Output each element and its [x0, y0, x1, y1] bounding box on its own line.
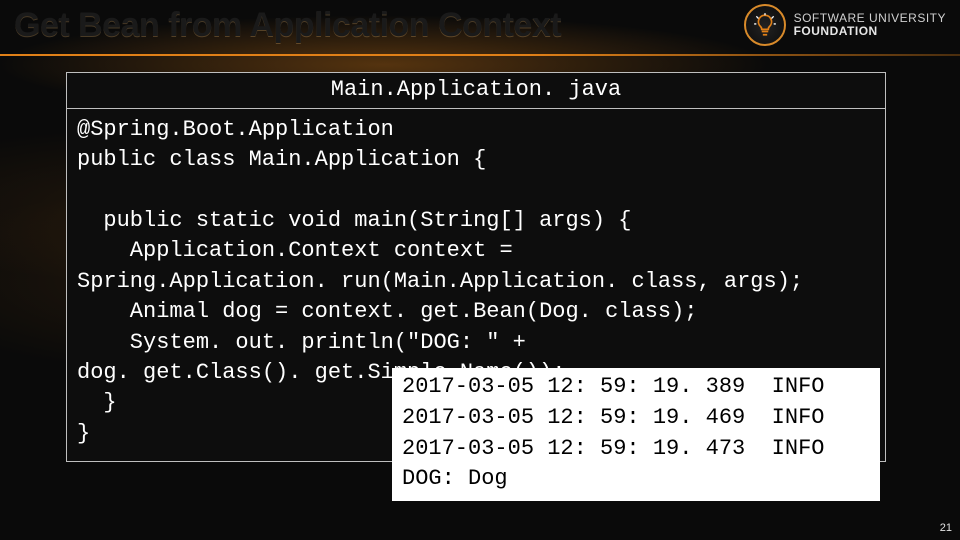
page-number: 21: [940, 522, 952, 534]
brand-logo: SOFTWARE UNIVERSITY FOUNDATION: [744, 4, 946, 46]
console-output: 2017-03-05 12: 59: 19. 389 INFO 2017-03-…: [392, 368, 880, 501]
slide-title: Get Bean from Application Context: [14, 6, 561, 45]
brand-line2: FOUNDATION: [794, 25, 946, 38]
code-filename: Main.Application. java: [67, 73, 885, 109]
brand-text: SOFTWARE UNIVERSITY FOUNDATION: [794, 12, 946, 37]
lightbulb-icon: [744, 4, 786, 46]
title-underline: [0, 54, 960, 56]
